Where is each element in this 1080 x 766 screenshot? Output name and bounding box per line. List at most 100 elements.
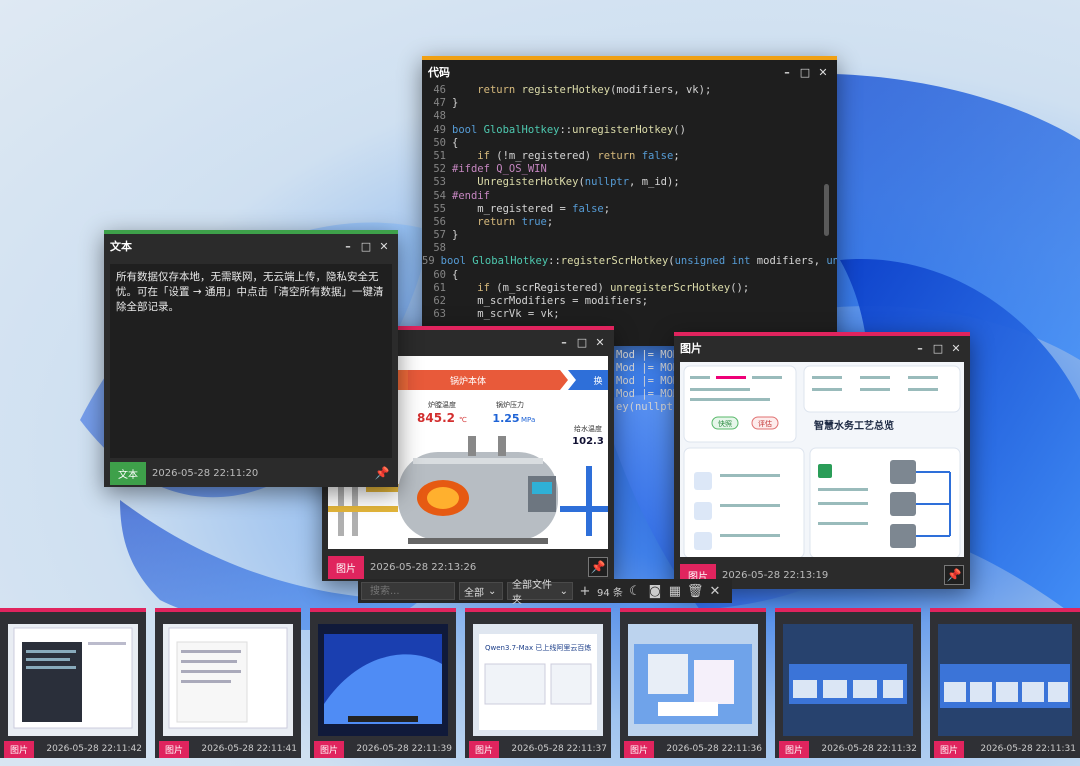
line-number: 56 [433, 215, 446, 228]
maximize-button[interactable]: □ [797, 66, 813, 79]
line-number: 48 [433, 110, 446, 123]
boiler-banner: 锅炉本体 [450, 375, 486, 387]
pin-icon[interactable]: 📌 [944, 565, 964, 585]
code-line: 57} [422, 229, 837, 242]
type-tag: 图片 [624, 740, 655, 758]
line-number: 52 [433, 163, 446, 176]
history-card[interactable]: 图片 2026-05-28 22:11:36 [620, 608, 766, 758]
image-window-title: 图片 [680, 342, 702, 355]
code-scrollbar[interactable] [824, 184, 829, 236]
close-button[interactable]: ✕ [948, 342, 964, 355]
type-filter-value: 全部 [464, 587, 484, 599]
close-button[interactable]: ✕ [815, 66, 831, 79]
line-number: 46 [433, 84, 446, 96]
history-thumbnail [783, 624, 913, 736]
type-tag: 图片 [159, 740, 190, 758]
minimize-button[interactable]: – [340, 240, 356, 253]
code-line: 48 [422, 110, 837, 123]
code-fragment: Mod |= MOD [616, 362, 680, 374]
code-text: UnregisterHotKey(nullptr, m_id); [477, 176, 680, 189]
maximize-button[interactable]: □ [358, 240, 374, 253]
code-line: 54 #endif [422, 190, 837, 203]
history-card[interactable]: 图片 2026-05-28 22:11:32 [775, 608, 921, 758]
line-number: 59 [422, 255, 435, 268]
code-text: return registerHotkey(modifiers, vk); [477, 84, 712, 96]
metric-value: 845.2 [417, 411, 455, 425]
banner-right-label: 换 [593, 375, 602, 387]
minimize-button[interactable]: – [779, 66, 795, 79]
history-card[interactable]: Qwen3.7-Max 已上线阿里云百炼 图片 2026-05-28 22:11:… [465, 608, 611, 758]
code-line: 58 [422, 242, 837, 255]
history-thumbnail [938, 624, 1072, 736]
text-window-titlebar[interactable]: 文本 – □ ✕ [104, 234, 398, 258]
type-tag: 图片 [934, 740, 965, 758]
line-number: 60 [433, 268, 446, 281]
code-line: 47} [422, 97, 837, 110]
code-fragment: Mod |= MOD [616, 375, 680, 387]
timestamp: 2026-05-28 22:11:42 [46, 744, 142, 754]
maximize-button[interactable]: □ [574, 336, 590, 349]
type-tag: 图片 [469, 740, 500, 758]
timestamp: 2026-05-28 22:11:37 [511, 744, 607, 754]
code-fragment: Mod |= MOD [616, 388, 680, 400]
type-tag: 图片 [779, 740, 810, 758]
line-number: 55 [433, 202, 446, 215]
history-thumbnail [318, 624, 448, 736]
maximize-button[interactable]: □ [930, 342, 946, 355]
pin-icon[interactable]: 📌 [372, 463, 392, 483]
history-card[interactable]: 图片 2026-05-28 22:11:39 [310, 608, 456, 758]
metric-label: 给水温度 [574, 424, 602, 433]
code-text: return true; [477, 215, 554, 228]
type-filter-select[interactable]: 全部 ⌄ [459, 582, 503, 600]
line-number: 57 [433, 229, 446, 242]
chevron-down-icon: ⌄ [559, 585, 568, 597]
grid-icon[interactable]: ▦ [667, 584, 683, 599]
minimize-button[interactable]: – [912, 342, 928, 355]
camera-icon[interactable]: ◙ [647, 584, 663, 599]
dashboard-button: 快照 [718, 419, 732, 428]
close-button[interactable]: ✕ [376, 240, 392, 253]
line-number: 62 [433, 295, 446, 307]
thumbnail-heading: Qwen3.7-Max 已上线阿里云百炼 [485, 643, 591, 652]
search-input[interactable] [361, 582, 455, 600]
add-icon[interactable]: + [577, 584, 593, 599]
timestamp: 2026-05-28 22:11:20 [152, 467, 259, 479]
text-content[interactable]: 所有数据仅存本地，无需联网，无云端上传，隐私安全无忧。可在「设置 → 通用」中点… [110, 264, 392, 458]
trash-icon[interactable]: 🗑 [687, 584, 704, 599]
line-number: 49 [433, 123, 446, 136]
image-window-water: 图片 – □ ✕ 快照 评估 智慧水务工艺总览 图片 2026-05-28 22… [674, 332, 970, 589]
code-line: 56 return true; [422, 216, 837, 229]
line-number: 53 [433, 176, 446, 189]
metric-unit: MPa [521, 416, 535, 424]
code-window-titlebar[interactable]: 代码 – □ ✕ [422, 60, 837, 84]
code-line: 50 { [422, 137, 837, 150]
metric-label: 炉膛温度 [428, 400, 456, 409]
text-window-title: 文本 [110, 240, 132, 253]
line-number: 54 [433, 189, 446, 202]
history-card[interactable]: 图片 2026-05-28 22:11:41 [155, 608, 301, 758]
minimize-button[interactable]: – [556, 336, 572, 349]
history-thumbnail [163, 624, 293, 736]
image-window-titlebar[interactable]: 图片 – □ ✕ [674, 336, 970, 360]
code-editor[interactable]: 46 return registerHotkey(modifiers, vk);… [422, 84, 837, 346]
code-line: 62 m_scrModifiers = modifiers; [422, 295, 837, 308]
history-toolbar: 全部 ⌄ 全部文件夹 ⌄ + 94 条 ☾ ◙ ▦ 🗑 ✕ [358, 579, 732, 606]
folder-filter-select[interactable]: 全部文件夹 ⌄ [507, 580, 573, 606]
close-icon[interactable]: ✕ [707, 584, 723, 599]
code-text: #endif [452, 189, 490, 202]
moon-icon[interactable]: ☾ [627, 584, 643, 599]
pin-icon[interactable]: 📌 [588, 557, 608, 577]
code-text: m_scrVk = vk; [477, 308, 560, 321]
close-button[interactable]: ✕ [592, 336, 608, 349]
history-card[interactable]: 图片 2026-05-28 22:11:42 [0, 608, 146, 758]
code-window: 代码 – □ ✕ 46 return registerHotkey(modifi… [422, 56, 837, 346]
history-strip: 图片 2026-05-28 22:11:42 图片 2026-05-28 22:11… [0, 608, 1080, 758]
history-card[interactable]: 图片 2026-05-28 22:11:31 [930, 608, 1080, 758]
code-line: 55 m_registered = false; [422, 203, 837, 216]
timestamp: 2026-05-28 22:11:36 [666, 744, 762, 754]
code-line: 59 bool GlobalHotkey::registerScrHotkey(u… [422, 255, 837, 268]
line-number: 61 [433, 281, 446, 294]
chevron-down-icon: ⌄ [488, 585, 497, 597]
timestamp: 2026-05-28 22:11:31 [980, 744, 1076, 754]
timestamp: 2026-05-28 22:11:41 [201, 744, 297, 754]
